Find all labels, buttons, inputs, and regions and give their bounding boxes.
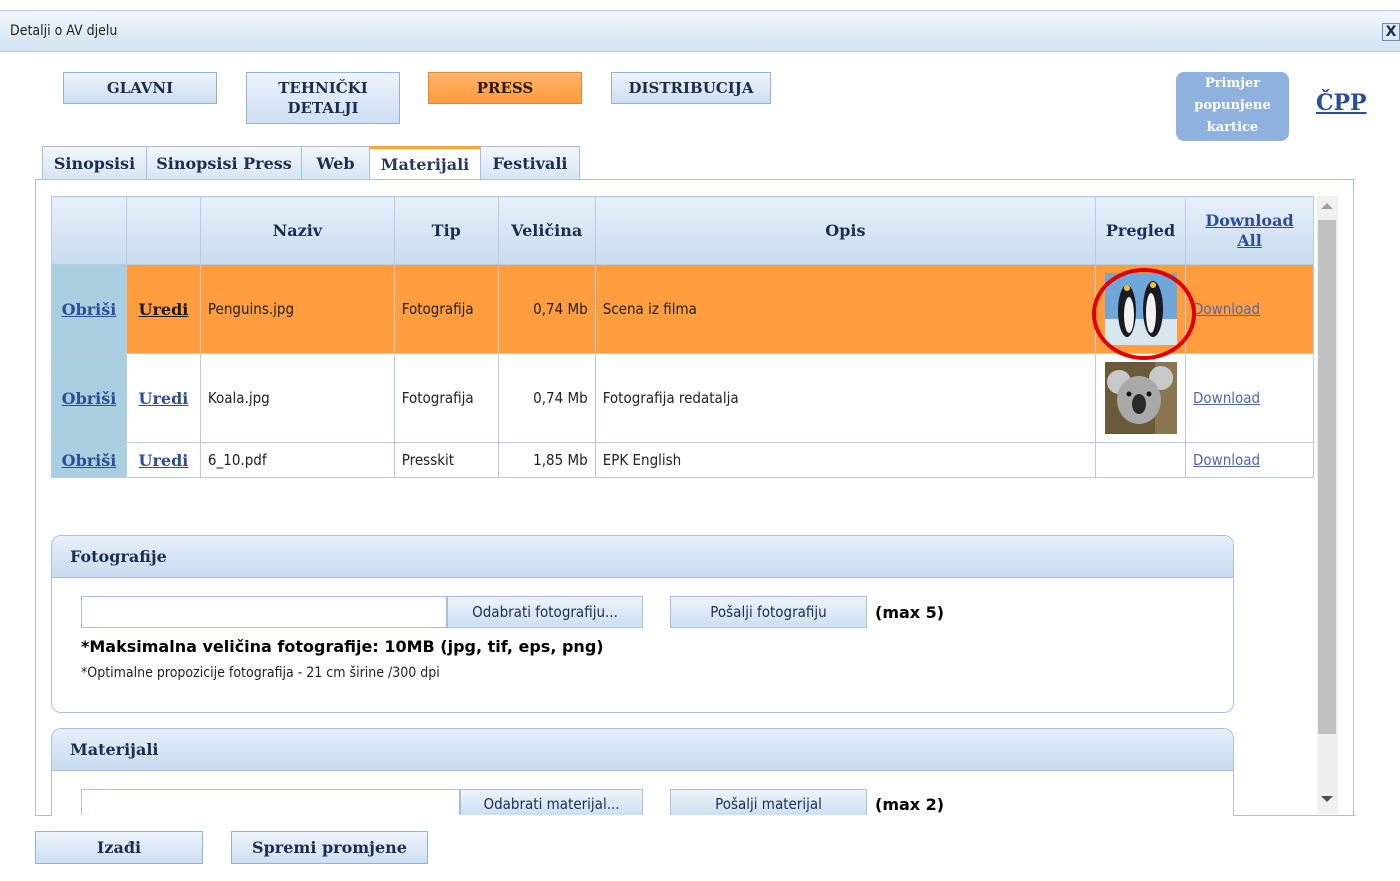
file-size: 1,85 Mb: [497, 442, 596, 478]
delete-link[interactable]: Obriši: [62, 451, 117, 470]
main-tab-glavni-label: GLAVNI: [106, 79, 174, 97]
download-all-label-2: All: [1237, 230, 1262, 250]
tab-materijali[interactable]: Materijali: [369, 146, 481, 181]
delete-link[interactable]: Obriši: [62, 300, 117, 319]
main-tab-tehnicki-label-2: DETALJI: [287, 99, 359, 117]
download-cell: Download: [1185, 264, 1314, 354]
photo-size-note: *Maksimalna veličina fotografije: 10MB (…: [81, 637, 604, 656]
download-link[interactable]: Download: [1193, 451, 1260, 469]
file-type: Presskit: [393, 442, 499, 478]
download-cell: Download: [1185, 442, 1314, 478]
download-link[interactable]: Download: [1193, 389, 1260, 407]
edit-link[interactable]: Uredi: [139, 300, 189, 319]
download-link[interactable]: Download: [1193, 300, 1260, 318]
file-description: Fotografija redatalja: [594, 353, 1097, 443]
tab-web-label: Web: [316, 153, 355, 173]
example-card-line1: Primjer: [1204, 76, 1261, 91]
example-card-button[interactable]: Primjer popunjene kartice: [1176, 72, 1289, 141]
edit-cell: Uredi: [125, 264, 201, 354]
file-size: 0,74 Mb: [497, 264, 596, 354]
main-tab-glavni[interactable]: GLAVNI: [63, 72, 217, 104]
content-frame-edge: [1353, 179, 1354, 816]
table-row[interactable]: Obriši Uredi 6_10.pdf Presskit 1,85 Mb E…: [51, 442, 1314, 478]
scrollbar-thumb[interactable]: [1318, 220, 1336, 734]
file-type: Fotografija: [393, 264, 499, 354]
save-changes-button[interactable]: Spremi promjene: [231, 831, 428, 864]
tab-sinopsisi-press[interactable]: Sinopsisi Press: [146, 146, 302, 180]
file-name: Penguins.jpg: [199, 264, 395, 354]
window-titlebar: Detalji o AV djelu X: [0, 10, 1400, 52]
fotografije-panel-title: Fotografije: [52, 536, 1233, 578]
file-name: Koala.jpg: [199, 353, 395, 443]
tab-web[interactable]: Web: [301, 146, 370, 180]
tab-sinopsisi-label: Sinopsisi: [53, 153, 136, 173]
file-type: Fotografija: [393, 353, 499, 443]
tab-festivali-label: Festivali: [492, 153, 568, 173]
choose-photo-button[interactable]: Odabrati fotografiju...: [447, 596, 643, 628]
header-tip: Tip: [393, 196, 499, 265]
choose-material-button[interactable]: Odabrati materijal...: [460, 789, 643, 815]
header-velicina: Veličina: [497, 196, 596, 265]
main-tab-press-label: PRESS: [476, 79, 534, 97]
materijali-panel-title: Materijali: [52, 729, 1233, 771]
photo-max-label: (max 5): [875, 603, 945, 622]
cpp-link[interactable]: ČPP: [1316, 90, 1367, 116]
edit-link[interactable]: Uredi: [139, 389, 189, 408]
download-all-link[interactable]: Download All: [1205, 211, 1293, 250]
download-all-label-1: Download: [1205, 210, 1294, 230]
header-naziv: Naziv: [199, 196, 395, 265]
header-pregled: Pregled: [1095, 196, 1187, 265]
send-photo-button[interactable]: Pošalji fotografiju: [670, 596, 867, 628]
koala-thumbnail[interactable]: [1104, 362, 1177, 434]
main-tab-distribucija-label: DISTRIBUCIJA: [628, 79, 754, 97]
table-row[interactable]: Obriši Uredi Koala.jpg Fotografija 0,74 …: [51, 353, 1314, 443]
tab-sinopsisi[interactable]: Sinopsisi: [42, 146, 147, 180]
example-card-line3: kartice: [1206, 120, 1259, 135]
header-opis: Opis: [594, 196, 1097, 265]
window-title: Detalji o AV djelu: [10, 23, 118, 39]
main-tab-tehnicki-detalji[interactable]: TEHNIČKI DETALJI: [246, 72, 400, 124]
file-description: Scena iz filma: [594, 264, 1097, 354]
send-material-button[interactable]: Pošalji materijal: [670, 789, 867, 815]
highlight-circle: [1092, 268, 1196, 360]
main-tab-press[interactable]: PRESS: [428, 72, 582, 104]
table-header-row: Naziv Tip Veličina Opis Pregled Download…: [51, 196, 1314, 265]
photo-file-input[interactable]: [81, 596, 447, 628]
material-max-label: (max 2): [875, 795, 945, 814]
edit-cell: Uredi: [125, 353, 201, 443]
delete-cell: Obriši: [51, 353, 127, 443]
tab-festivali[interactable]: Festivali: [480, 146, 580, 180]
photo-proportions-note: *Optimalne propozicije fotografija - 21 …: [81, 665, 440, 681]
example-card-line2: popunjene: [1194, 98, 1271, 113]
exit-button[interactable]: Izađi: [35, 831, 203, 864]
delete-cell: Obriši: [51, 442, 127, 478]
preview-cell: [1095, 442, 1187, 478]
preview-cell: [1095, 353, 1187, 443]
tab-materijali-label: Materijali: [380, 155, 470, 174]
edit-cell: Uredi: [125, 442, 201, 478]
tab-sinopsisi-press-label: Sinopsisi Press: [156, 153, 292, 173]
download-cell: Download: [1185, 353, 1314, 443]
header-edit: [125, 196, 201, 265]
file-size: 0,74 Mb: [497, 353, 596, 443]
close-icon: X: [1385, 24, 1397, 40]
delete-cell: Obriši: [51, 264, 127, 354]
close-button[interactable]: X: [1382, 23, 1400, 41]
delete-link[interactable]: Obriši: [62, 389, 117, 408]
header-download-all: Download All: [1185, 196, 1314, 265]
edit-link[interactable]: Uredi: [139, 451, 189, 470]
material-file-input[interactable]: [81, 789, 460, 815]
file-description: EPK English: [594, 442, 1097, 478]
file-name: 6_10.pdf: [199, 442, 395, 478]
header-delete: [51, 196, 127, 265]
scroll-up-icon[interactable]: [1321, 203, 1333, 209]
main-tab-distribucija[interactable]: DISTRIBUCIJA: [611, 72, 771, 104]
scroll-down-icon[interactable]: [1321, 796, 1333, 802]
main-tab-tehnicki-label-1: TEHNIČKI: [278, 79, 368, 97]
